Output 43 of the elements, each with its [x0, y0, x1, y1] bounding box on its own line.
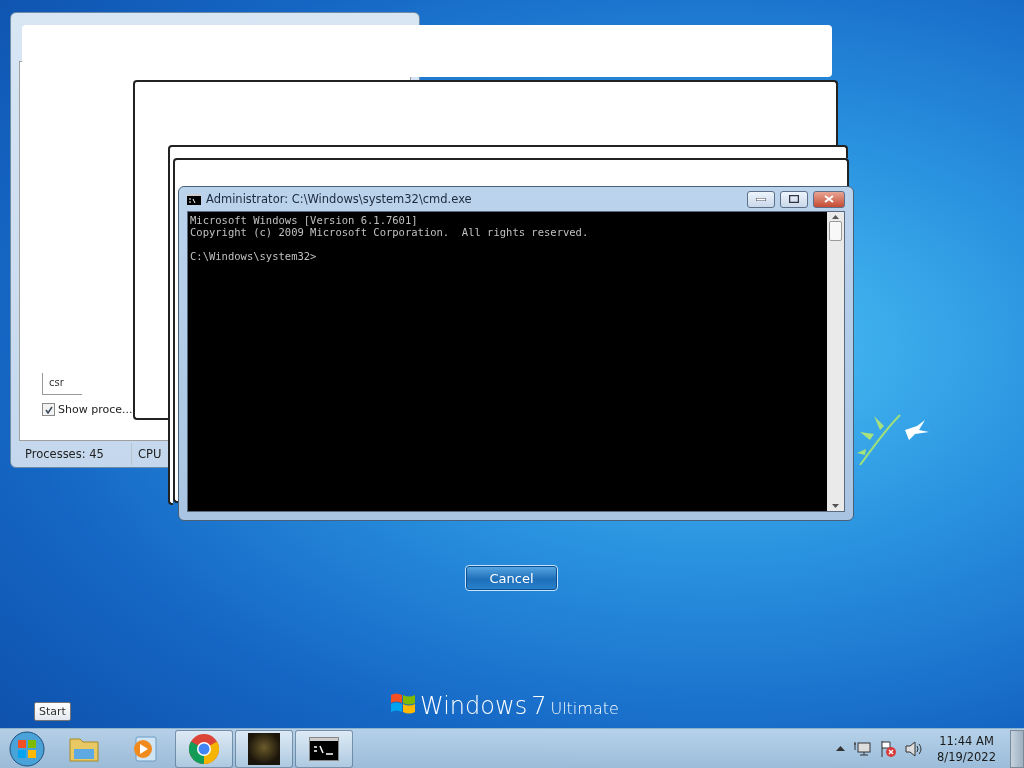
action-center-button[interactable] [879, 739, 898, 758]
console-prompt: C:\Windows\system32> [190, 250, 318, 262]
volume-button[interactable] [905, 740, 924, 757]
brand-version: 7 [531, 692, 547, 720]
window-title: Administrator: C:\Windows\system32\cmd.exe [206, 192, 473, 206]
windows-orb-icon [9, 730, 45, 767]
minimize-button[interactable] [747, 190, 775, 208]
game-thumbnail-picture [248, 732, 280, 765]
up-arrow-icon [836, 746, 846, 751]
flag-with-error-icon [879, 739, 898, 758]
filter-field[interactable]: csr [42, 373, 82, 395]
network-icon [853, 740, 872, 757]
network-tray-button[interactable] [853, 740, 872, 757]
taskbar-button[interactable] [295, 729, 353, 768]
maximize-button[interactable] [780, 190, 808, 208]
command-prompt-icon [187, 193, 201, 205]
clock-time: 11:44 AM [939, 732, 994, 749]
clock-date: 8/19/2022 [937, 748, 996, 765]
taskbar-button[interactable] [235, 729, 293, 768]
maximize-icon [789, 195, 799, 203]
command-prompt-icon [309, 736, 339, 761]
close-icon [824, 195, 834, 203]
show-processes-checkbox[interactable]: Show proce... [42, 403, 133, 416]
scrollbar[interactable] [827, 212, 844, 511]
clock[interactable]: 11:44 AM 8/19/2022 [931, 732, 1002, 765]
status-bar-text: CPU [137, 446, 163, 463]
brand-name: Windows [420, 692, 528, 720]
scroll-up-icon [832, 215, 839, 219]
scroll-down-icon [832, 504, 839, 508]
status-bar-text: Processes: 45 [19, 443, 132, 465]
tooltip: Start [34, 702, 71, 721]
chrome-icon [188, 732, 220, 765]
show-hidden-icons-button[interactable] [836, 746, 846, 751]
close-button[interactable] [813, 190, 845, 208]
console-line: Copyright (c) 2009 Microsoft Corporation. All rights reserved. [190, 226, 590, 238]
console-line: Microsoft Windows [Version 6.1.7601] [190, 214, 419, 226]
cancel-button[interactable]: Cancel [465, 565, 558, 591]
scrollbar-thumb[interactable] [829, 221, 842, 241]
checkbox-label: Show proce... [58, 403, 133, 416]
speaker-icon [905, 740, 924, 757]
brand-edition: Ultimate [550, 699, 619, 718]
minimize-icon [756, 197, 766, 201]
windows-flag-icon [390, 692, 416, 714]
